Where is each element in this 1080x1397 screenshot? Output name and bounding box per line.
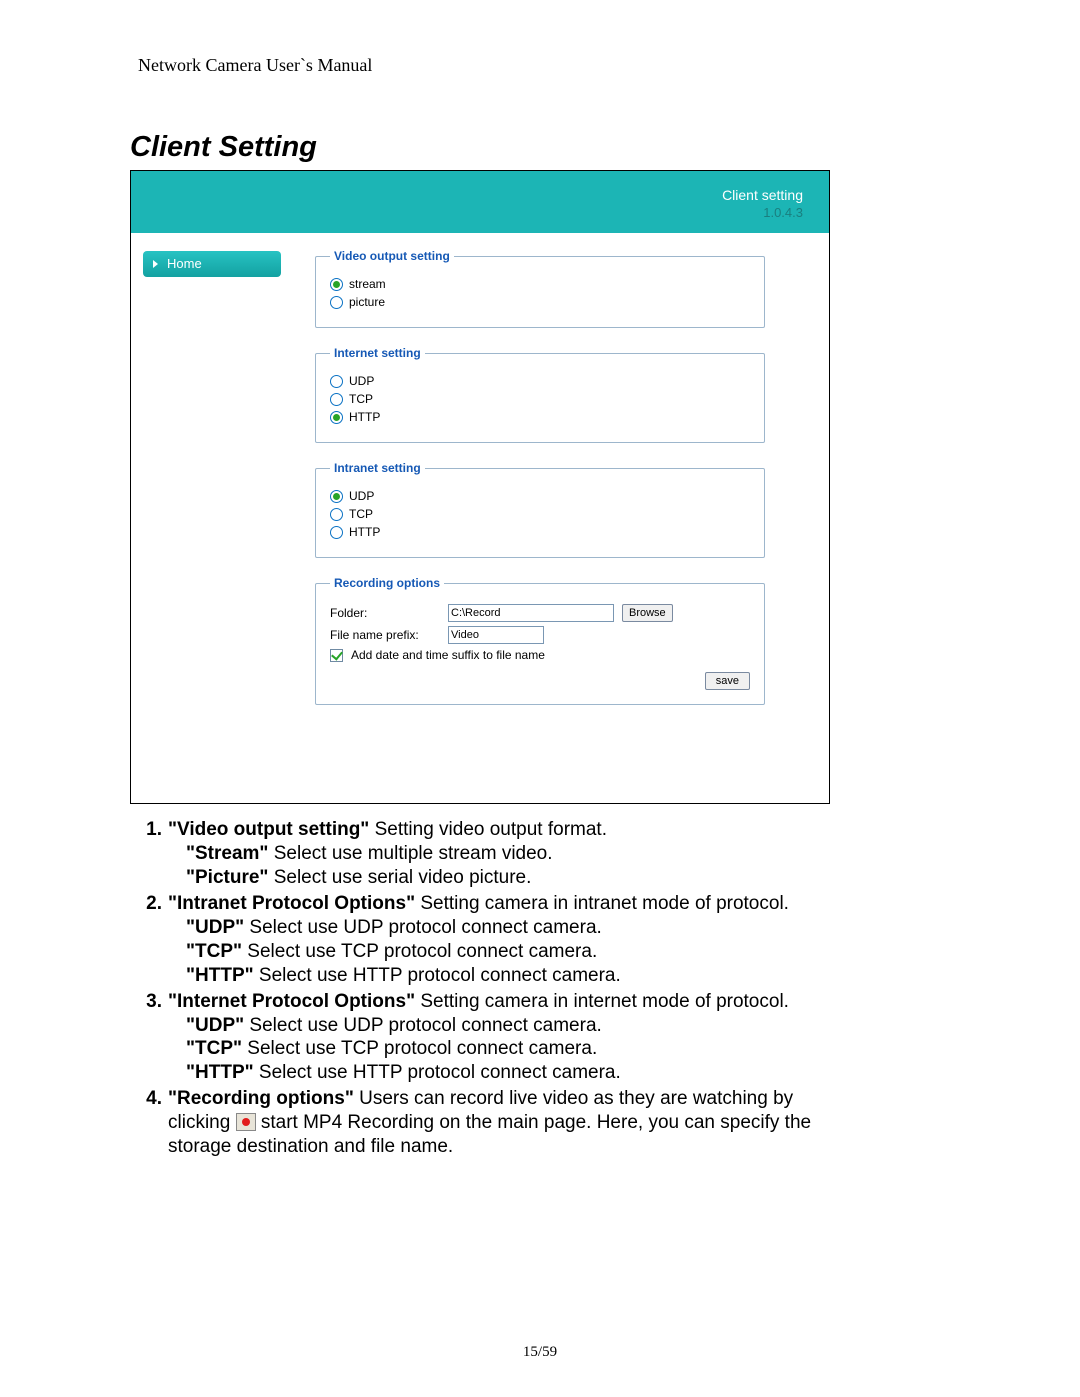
item2-tcp-b: "TCP"	[186, 941, 242, 962]
sidebar: Home	[143, 251, 293, 277]
description-list: 1. "Video output setting" Setting video …	[130, 818, 875, 1159]
item4-line2b: start MP4 Recording on the main page. He…	[261, 1112, 811, 1133]
item3-tcp-t: Select use TCP protocol connect camera.	[242, 1038, 597, 1059]
item3-text: Setting camera in internet mode of proto…	[415, 991, 789, 1012]
prefix-input[interactable]	[448, 626, 544, 644]
item1-number: 1.	[130, 818, 168, 842]
item3-title: "Internet Protocol Options"	[168, 991, 415, 1012]
banner: Client setting 1.0.4.3	[131, 171, 829, 233]
item2-http-t: Select use HTTP protocol connect camera.	[254, 965, 621, 986]
intranet-setting-group: Intranet setting UDP TCP HTTP	[315, 461, 765, 558]
video-output-legend: Video output setting	[330, 249, 454, 263]
internet-setting-group: Internet setting UDP TCP HTTP	[315, 346, 765, 443]
radio-internet-udp-label: UDP	[349, 374, 374, 388]
item1-picture-b: "Picture"	[186, 867, 268, 888]
banner-version: 1.0.4.3	[763, 205, 803, 220]
intranet-setting-legend: Intranet setting	[330, 461, 425, 475]
banner-title: Client setting	[722, 187, 803, 203]
radio-intranet-http[interactable]	[330, 526, 343, 539]
item2-title: "Intranet Protocol Options"	[168, 893, 415, 914]
prefix-label: File name prefix:	[330, 628, 440, 642]
radio-intranet-http-label: HTTP	[349, 525, 380, 539]
record-icon	[236, 1113, 256, 1131]
section-heading: Client Setting	[130, 131, 960, 164]
item3-http-b: "HTTP"	[186, 1062, 254, 1083]
item2-text: Setting camera in intranet mode of proto…	[415, 893, 789, 914]
item4-text: Users can record live video as they are …	[354, 1088, 793, 1109]
radio-internet-tcp[interactable]	[330, 393, 343, 406]
radio-intranet-tcp[interactable]	[330, 508, 343, 521]
radio-intranet-tcp-label: TCP	[349, 507, 373, 521]
recording-options-group: Recording options Folder: Browse File na…	[315, 576, 765, 705]
radio-internet-tcp-label: TCP	[349, 392, 373, 406]
video-output-group: Video output setting stream picture	[315, 249, 765, 328]
radio-stream-label: stream	[349, 277, 386, 291]
browse-button[interactable]: Browse	[622, 604, 673, 622]
radio-internet-udp[interactable]	[330, 375, 343, 388]
internet-setting-legend: Internet setting	[330, 346, 425, 360]
item4-line2a: clicking	[168, 1112, 236, 1133]
item2-udp-t: Select use UDP protocol connect camera.	[244, 917, 602, 938]
item4-line3: storage destination and file name.	[168, 1135, 875, 1159]
radio-internet-http-label: HTTP	[349, 410, 380, 424]
radio-stream[interactable]	[330, 278, 343, 291]
client-setting-panel: Client setting 1.0.4.3 Home Video output…	[130, 170, 830, 804]
suffix-checkbox[interactable]	[330, 649, 343, 662]
radio-picture-label: picture	[349, 295, 385, 309]
item1-title: "Video output setting"	[168, 819, 369, 840]
item3-udp-t: Select use UDP protocol connect camera.	[244, 1015, 602, 1036]
home-button[interactable]: Home	[143, 251, 281, 277]
radio-intranet-udp-label: UDP	[349, 489, 374, 503]
folder-input[interactable]	[448, 604, 614, 622]
config-area: Video output setting stream picture Inte…	[315, 249, 795, 723]
item2-udp-b: "UDP"	[186, 917, 244, 938]
item3-udp-b: "UDP"	[186, 1015, 244, 1036]
folder-label: Folder:	[330, 606, 440, 620]
page-number: 15/59	[0, 1344, 1080, 1361]
radio-intranet-udp[interactable]	[330, 490, 343, 503]
item4-title: "Recording options"	[168, 1088, 354, 1109]
item1-stream-b: "Stream"	[186, 843, 268, 864]
item4-number: 4.	[130, 1087, 168, 1111]
item2-http-b: "HTTP"	[186, 965, 254, 986]
item2-number: 2.	[130, 892, 168, 916]
recording-options-legend: Recording options	[330, 576, 444, 590]
item3-http-t: Select use HTTP protocol connect camera.	[254, 1062, 621, 1083]
save-button[interactable]: save	[705, 672, 750, 690]
item3-tcp-b: "TCP"	[186, 1038, 242, 1059]
suffix-label: Add date and time suffix to file name	[351, 648, 545, 662]
item3-number: 3.	[130, 990, 168, 1014]
item1-picture-t: Select use serial video picture.	[268, 867, 531, 888]
radio-internet-http[interactable]	[330, 411, 343, 424]
doc-header: Network Camera User`s Manual	[138, 55, 960, 76]
radio-picture[interactable]	[330, 296, 343, 309]
item2-tcp-t: Select use TCP protocol connect camera.	[242, 941, 597, 962]
item1-text: Setting video output format.	[369, 819, 607, 840]
item1-stream-t: Select use multiple stream video.	[268, 843, 552, 864]
